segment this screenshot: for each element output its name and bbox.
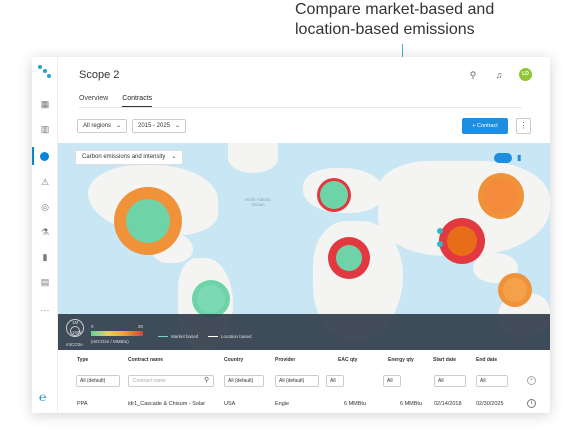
callout-anchor-dot	[437, 241, 443, 247]
app-window: ▦ ▥ ⚠ ◎ ⚗ ▮ ▤ ··· ℮ Scope 2 ⚲ ♫ LD Overv…	[32, 57, 550, 413]
clear-filters-icon[interactable]: ×	[527, 376, 536, 385]
row-type: PPA	[77, 401, 88, 407]
country-filter[interactable]: All (default)	[224, 375, 264, 387]
chevron-down-icon: ⌄	[171, 154, 177, 160]
buildings-icon[interactable]: ▥	[40, 124, 50, 134]
contract-name-input[interactable]: Contract name	[128, 375, 214, 387]
callout-anchor-dot	[437, 228, 443, 234]
info-icon[interactable]: i	[527, 399, 536, 408]
land-greenland	[228, 143, 278, 173]
type-filter[interactable]: All (default)	[76, 375, 120, 387]
chevron-down-icon: ⌄	[175, 123, 181, 129]
row-eac-qty: 6 MMBtu	[344, 401, 367, 407]
row-country: USA	[224, 401, 236, 407]
column-start-date[interactable]: Start date	[433, 357, 456, 363]
brand-icon: ℮	[39, 390, 47, 404]
region-filter-value: All regions	[83, 123, 112, 129]
start-date-filter[interactable]: All	[434, 375, 466, 387]
nav-active-indicator	[32, 147, 34, 165]
year-range-value: 2015 - 2025	[138, 123, 171, 129]
tab-contracts[interactable]: Contracts	[122, 95, 153, 107]
tab-bar: Overview Contracts	[79, 95, 153, 107]
column-type[interactable]: Type	[77, 357, 88, 363]
legend-gradient-min: 0	[91, 324, 94, 329]
legend-gradient-max: 30	[138, 324, 144, 329]
emission-bubble-south-america[interactable]	[192, 280, 230, 318]
eac-qty-filter[interactable]: All	[326, 375, 344, 387]
dashboard-icon[interactable]: ▦	[40, 99, 50, 109]
emission-bubble-east-asia[interactable]	[478, 173, 524, 219]
location-based-label: Location based	[221, 334, 252, 339]
search-icon[interactable]: ⚲	[467, 69, 479, 81]
contracts-table-header: Type Contract name Country Provider EAC …	[58, 352, 550, 367]
column-eac-qty[interactable]: EAC qty	[338, 357, 357, 363]
map-legend: 1M 100k mtCO2e 0 30 (mtCO2e / MMBtu) Mar…	[58, 314, 550, 350]
row-end-date: 02/30/2025	[476, 401, 504, 407]
bell-icon[interactable]: ♫	[493, 69, 505, 81]
column-provider[interactable]: Provider	[275, 357, 295, 363]
page-title: Scope 2	[79, 69, 120, 81]
avatar[interactable]: LD	[519, 68, 532, 81]
legend-circle-small-label: 100k	[72, 330, 82, 335]
end-date-filter[interactable]: All	[476, 375, 508, 387]
column-contract-name[interactable]: Contract name	[128, 357, 163, 363]
market-based-line	[158, 336, 168, 337]
table-filter-row: All (default) Contract name ⚲ All (defau…	[58, 375, 550, 389]
more-icon[interactable]: ···	[40, 305, 50, 315]
table-row[interactable]: PPA idr1_Cascade & Chisum - Solar USA En…	[58, 399, 550, 411]
flask-icon[interactable]: ⚗	[40, 227, 50, 237]
emission-bubble-north-africa[interactable]	[328, 237, 370, 279]
region-filter[interactable]: All regions ⌄	[77, 119, 128, 133]
column-energy-qty[interactable]: Energy qty	[388, 357, 414, 363]
year-range-filter[interactable]: 2015 - 2025 ⌄	[132, 119, 187, 133]
energy-qty-filter[interactable]: All	[383, 375, 401, 387]
legend-gradient-unit: (mtCO2e / MMBtu)	[91, 339, 129, 344]
tab-overview[interactable]: Overview	[79, 95, 108, 107]
emission-bubble-australia[interactable]	[498, 273, 532, 307]
target-icon[interactable]: ◎	[40, 202, 50, 212]
app-logo	[38, 65, 52, 79]
callout-text: Compare market-based and location-based …	[295, 0, 575, 40]
map-layer-select[interactable]: Carbon emissions and intensity ⌄	[75, 150, 184, 165]
row-energy-qty: 6 MMBtu	[400, 401, 423, 407]
header-actions: ⚲ ♫ LD	[467, 68, 532, 81]
provider-filter[interactable]: All (default)	[275, 375, 319, 387]
emissions-icon[interactable]	[40, 152, 49, 161]
search-icon: ⚲	[204, 377, 210, 384]
warning-icon[interactable]: ⚠	[40, 177, 50, 187]
row-provider: Engie	[275, 401, 290, 407]
legend-circle-unit: mtCO2e	[66, 342, 83, 347]
bar-chart-icon[interactable]: ▮	[517, 153, 525, 163]
add-contract-button[interactable]: + Contract	[462, 118, 508, 134]
clipboard-icon[interactable]: ▤	[40, 277, 50, 287]
emission-bubble-north-america[interactable]	[114, 187, 182, 255]
location-based-line	[208, 336, 218, 337]
column-end-date[interactable]: End date	[476, 357, 497, 363]
row-start-date: 02/14/2018	[434, 401, 462, 407]
row-contract-name: idr1_Cascade & Chisum - Solar	[128, 401, 206, 407]
map-layer-value: Carbon emissions and intensity	[82, 154, 166, 160]
sidebar: ▦ ▥ ⚠ ◎ ⚗ ▮ ▤ ··· ℮	[32, 57, 58, 413]
callout-line-2: location-based emissions	[295, 21, 475, 38]
ocean-label: North Atlantic Ocean	[244, 197, 272, 207]
callout-line-1: Compare market-based and	[295, 1, 495, 18]
legend-circle-big-label: 1M	[72, 320, 79, 325]
chevron-down-icon: ⌄	[116, 123, 122, 129]
more-options-button[interactable]: ⋮	[516, 118, 531, 134]
column-country[interactable]: Country	[224, 357, 243, 363]
market-based-label: Market based	[171, 334, 199, 339]
tab-divider	[79, 107, 522, 108]
view-toggle: ▮	[494, 153, 525, 163]
door-icon[interactable]: ▮	[40, 252, 50, 262]
intensity-gradient	[91, 331, 143, 336]
globe-view-toggle[interactable]	[494, 153, 512, 163]
emission-bubble-south-asia[interactable]	[439, 218, 485, 264]
emission-bubble-europe[interactable]	[317, 178, 351, 212]
